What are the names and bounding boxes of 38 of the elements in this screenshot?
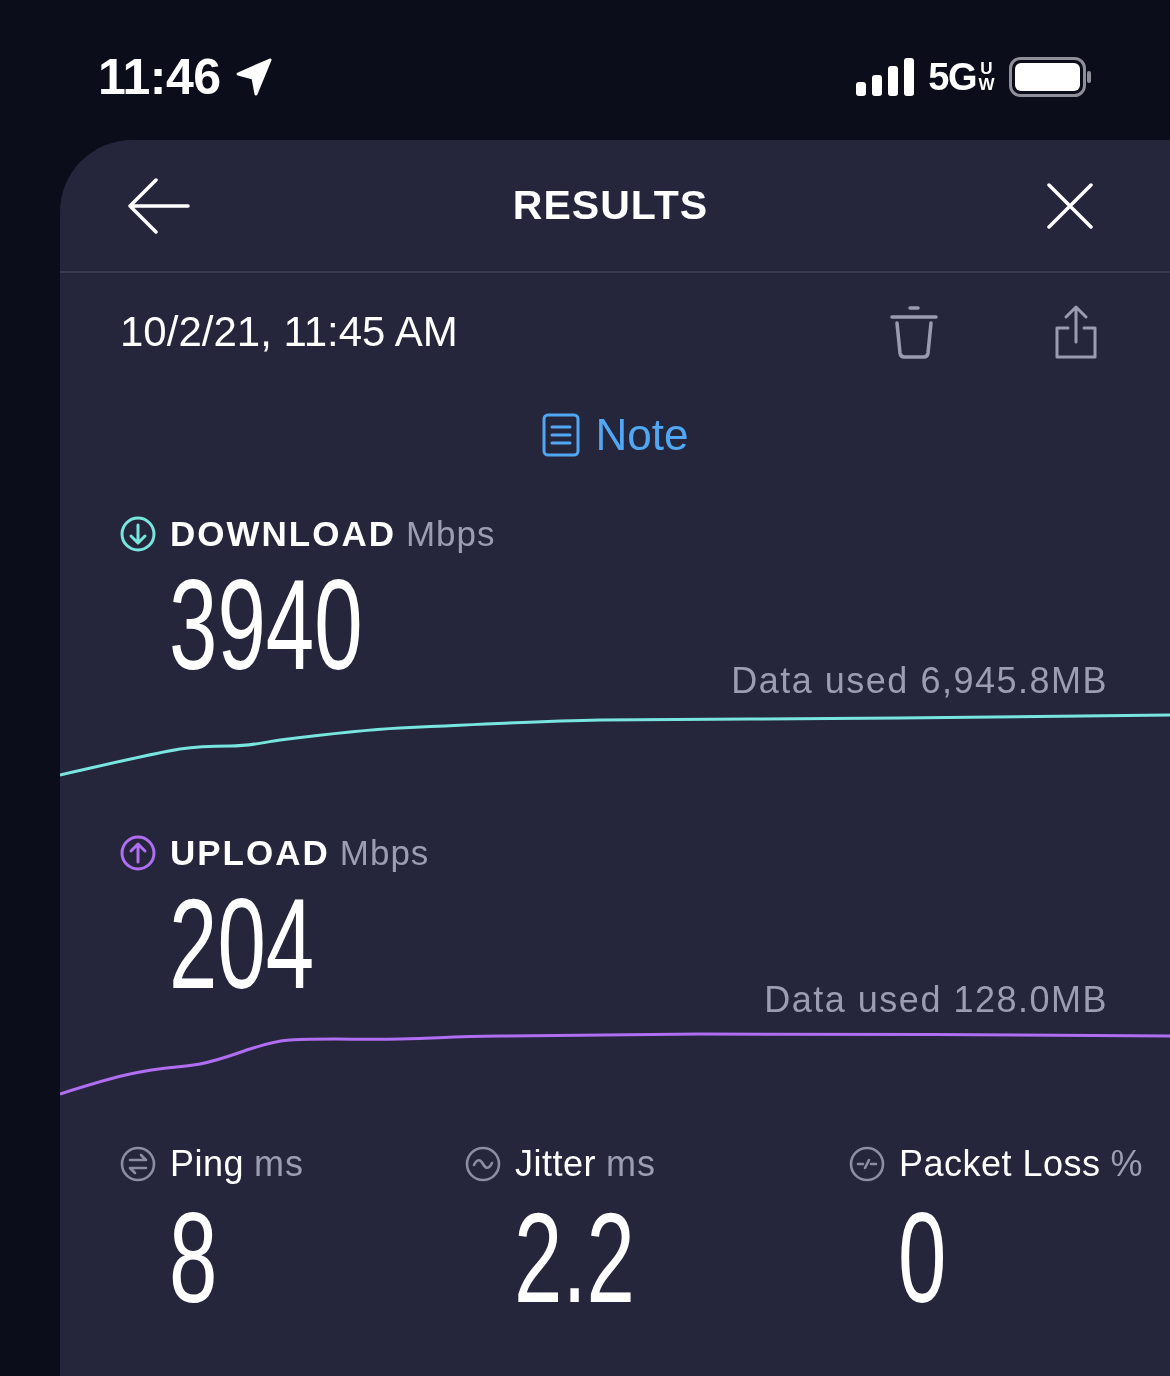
location-arrow-icon: [234, 57, 273, 97]
metric-unit: ms: [254, 1143, 305, 1185]
arrows-circle-icon: [120, 1146, 156, 1182]
speed-label: DOWNLOAD: [170, 514, 396, 554]
share-icon: [1054, 304, 1098, 360]
speed-value: 3940: [169, 561, 363, 689]
close-button[interactable]: [1047, 182, 1093, 229]
unit-label: Mbps: [405, 514, 496, 554]
close-icon: [1047, 182, 1093, 229]
share-button[interactable]: [1054, 304, 1098, 360]
metric-value: 0: [898, 1194, 947, 1322]
network-type: 5G: [928, 58, 976, 96]
metric-label: Ping: [170, 1143, 245, 1185]
status-time: 11:46: [98, 52, 221, 102]
note-button[interactable]: Note: [541, 410, 689, 460]
speed-label: UPLOAD: [170, 833, 330, 873]
note-icon: [541, 413, 580, 457]
unit-label: Mbps: [339, 833, 430, 873]
metric-label: Jitter: [515, 1143, 596, 1185]
signal-bars-icon: [856, 58, 915, 96]
metric-label: Packet Loss: [899, 1143, 1101, 1185]
back-arrow-icon: [128, 177, 190, 234]
trash-icon: [889, 304, 939, 360]
network-suffix-label: UW: [978, 60, 995, 94]
metric-value: 8: [169, 1194, 218, 1322]
metric-value: 2.2: [514, 1194, 635, 1322]
data-used-label: Data used 128.0MB: [764, 978, 1108, 1022]
battery-icon: [1009, 57, 1091, 97]
speed-value: 204: [169, 880, 315, 1008]
screen-title: RESULTS: [512, 182, 709, 229]
wave-circle-icon: [465, 1146, 501, 1182]
metric-unit: ms: [606, 1143, 656, 1185]
metric-unit: %: [1110, 1143, 1144, 1185]
broken-line-circle-icon: [849, 1146, 885, 1182]
delete-button[interactable]: [889, 304, 939, 360]
data-used-label: Data used 6,945.8MB: [731, 659, 1108, 703]
back-button[interactable]: [128, 177, 190, 234]
test-timestamp: 10/2/21, 11:45 AM: [120, 308, 459, 356]
